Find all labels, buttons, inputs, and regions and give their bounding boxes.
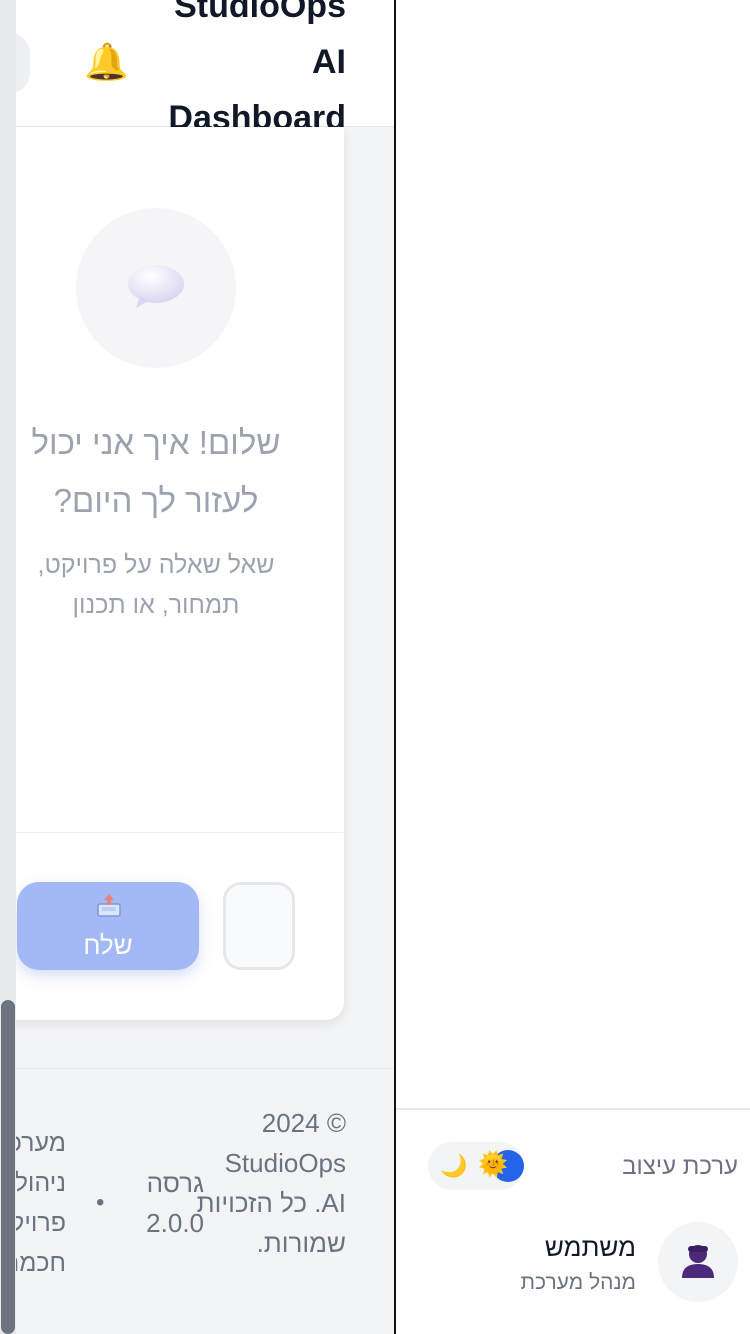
sidebar: ערכת עיצוב 🌙 🌞 משתמש מנהל מערכת (394, 0, 750, 1334)
scrollbar-track[interactable] (0, 0, 16, 1334)
sun-icon: 🌞 (478, 1151, 508, 1178)
chat-subtitle: שאל שאלה על פרויקט, תמחור, או תכנון (37, 551, 275, 619)
avatar[interactable] (658, 1222, 738, 1302)
send-button-label: שלח (83, 930, 133, 960)
user-silhouette-icon (682, 1245, 714, 1278)
scrollbar-thumb[interactable] (1, 1000, 15, 1334)
top-header: StudioOps AI Dashboard 🔔 (0, 0, 394, 137)
divider (16, 832, 343, 833)
theme-label: ערכת עיצוב (622, 1153, 738, 1180)
send-button[interactable]: שלח (17, 882, 199, 970)
page-title: StudioOps AI Dashboard (168, 0, 346, 137)
sidebar-divider (396, 1108, 750, 1110)
speech-bubble-icon (128, 265, 184, 308)
moon-icon: 🌙 (440, 1153, 468, 1178)
bell-icon[interactable]: 🔔 (84, 42, 129, 82)
user-role: מנהל מערכת (520, 1271, 636, 1294)
version-text: גרסה 2.0.0 (146, 1168, 204, 1238)
footer: © 2024 StudioOps AI. כל הזכויות שמורות. … (0, 1068, 394, 1334)
main-content: StudioOps AI Dashboard 🔔 שלום! איך אני י… (0, 0, 394, 1334)
footer-separator: • (96, 1189, 105, 1216)
chat-input[interactable] (223, 882, 295, 970)
theme-toggle[interactable]: 🌙 🌞 (428, 1142, 524, 1190)
user-name: משתמש (544, 1232, 636, 1262)
outbox-tray-icon (97, 894, 121, 917)
copyright-text: © 2024 StudioOps AI. כל הזכויות שמורות. (196, 1108, 346, 1258)
chat-greeting: שלום! איך אני יכול לעזור לך היום? (31, 424, 281, 519)
